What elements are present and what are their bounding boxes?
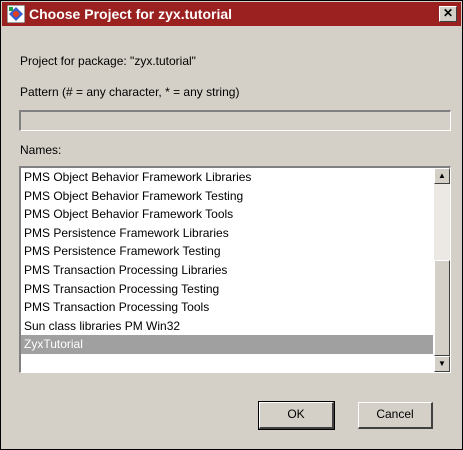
list-item[interactable]: PMS Persistence Framework Libraries: [21, 224, 433, 243]
names-list: PMS Object Behavior Framework Libraries P…: [21, 168, 433, 354]
list-item[interactable]: PMS Object Behavior Framework Tools: [21, 205, 433, 224]
arrow-up-icon: ▲: [438, 171, 446, 180]
list-item[interactable]: PMS Transaction Processing Testing: [21, 280, 433, 299]
list-item[interactable]: Sun class libraries PM Win32: [21, 317, 433, 336]
list-item[interactable]: ZyxTutorial: [21, 335, 433, 354]
pattern-input[interactable]: [19, 110, 451, 131]
list-item[interactable]: PMS Persistence Framework Testing: [21, 242, 433, 261]
project-package-label: Project for package: "zyx.tutorial": [20, 54, 196, 68]
list-item[interactable]: PMS Transaction Processing Tools: [21, 298, 433, 317]
close-icon: ✕: [442, 6, 454, 20]
dialog-title: Choose Project for zyx.tutorial: [29, 6, 233, 22]
vertical-scrollbar[interactable]: ▲ ▼: [434, 168, 450, 372]
choose-project-dialog: Choose Project for zyx.tutorial ✕ Projec…: [0, 0, 463, 450]
names-listbox[interactable]: PMS Object Behavior Framework Libraries P…: [19, 166, 451, 373]
list-item[interactable]: PMS Object Behavior Framework Testing: [21, 187, 433, 206]
scroll-up-button[interactable]: ▲: [434, 168, 450, 184]
list-item[interactable]: PMS Transaction Processing Libraries: [21, 261, 433, 280]
arrow-down-icon: ▼: [438, 359, 446, 368]
pattern-label: Pattern (# = any character, * = any stri…: [20, 85, 240, 99]
list-item[interactable]: PMS Object Behavior Framework Libraries: [21, 168, 433, 187]
ok-button[interactable]: OK: [258, 401, 335, 430]
close-button[interactable]: ✕: [439, 6, 457, 22]
app-icon: [6, 4, 26, 24]
names-label: Names:: [20, 143, 62, 157]
scrollbar-thumb[interactable]: [434, 260, 450, 356]
cancel-button[interactable]: Cancel: [358, 402, 433, 429]
scroll-down-button[interactable]: ▼: [434, 356, 450, 372]
title-bar[interactable]: Choose Project for zyx.tutorial ✕: [2, 2, 461, 26]
